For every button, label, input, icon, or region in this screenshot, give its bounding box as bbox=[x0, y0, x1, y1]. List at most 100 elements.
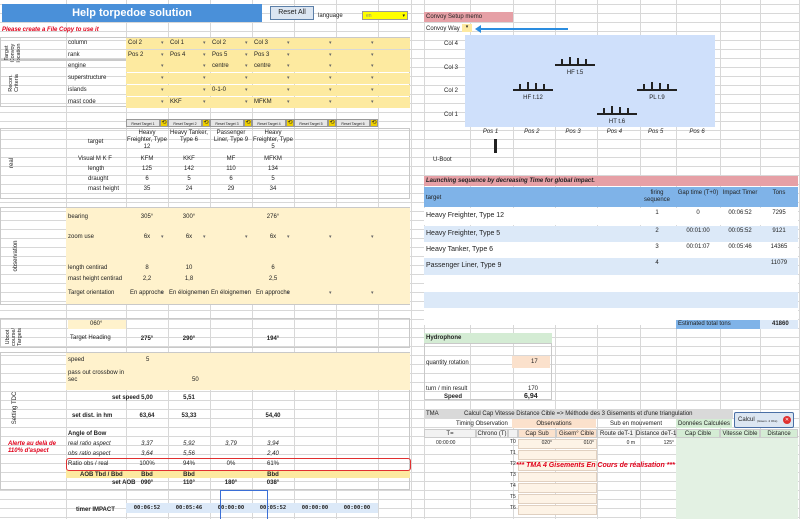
obs-value[interactable]: 1,8 bbox=[168, 276, 210, 283]
row-label: superstructure bbox=[68, 75, 107, 82]
chevron-down-icon[interactable]: ▾ bbox=[287, 40, 290, 46]
tma-observations-label: Observations bbox=[536, 421, 572, 427]
mast-icon bbox=[651, 82, 653, 89]
tdc-value: 53,33 bbox=[181, 413, 197, 419]
chevron-down-icon[interactable]: ▾ bbox=[329, 290, 332, 296]
launch-seq: 2 bbox=[655, 228, 659, 234]
obs-value[interactable]: 10 bbox=[168, 265, 210, 272]
reset-icon[interactable]: ⟲ bbox=[328, 119, 336, 127]
chevron-down-icon[interactable]: ▾ bbox=[161, 63, 164, 69]
chevron-down-icon[interactable]: ▾ bbox=[287, 234, 290, 240]
speed-value[interactable]: 5 bbox=[146, 357, 149, 364]
mast-icon bbox=[603, 108, 605, 113]
recon-label: Recon. Criteria bbox=[8, 74, 20, 92]
real-value: 134 bbox=[267, 166, 278, 172]
tma-input-cells[interactable] bbox=[518, 505, 597, 515]
chevron-down-icon[interactable]: ▾ bbox=[245, 290, 248, 296]
chevron-down-icon[interactable]: ▾ bbox=[161, 87, 164, 93]
chevron-down-icon[interactable]: ▾ bbox=[287, 52, 290, 58]
turn-min-label: turn / min result bbox=[426, 386, 468, 392]
tdc-row-label: obs ratio aspect bbox=[68, 451, 111, 457]
launch-total-value: 41860 bbox=[772, 321, 789, 327]
pass-value[interactable]: 50 bbox=[192, 377, 199, 384]
tma-input-cells[interactable] bbox=[518, 472, 597, 482]
chevron-down-icon[interactable]: ▾ bbox=[371, 290, 374, 296]
obs-value[interactable]: 305° bbox=[126, 214, 168, 221]
chevron-down-icon[interactable]: ▾ bbox=[245, 52, 248, 58]
chevron-down-icon[interactable]: ▾ bbox=[203, 234, 206, 240]
obs-value[interactable]: 8 bbox=[126, 265, 168, 272]
chevron-down-icon[interactable]: ▾ bbox=[245, 63, 248, 69]
launch-timer: 00:06:52 bbox=[728, 210, 752, 216]
reset-icon[interactable]: ⟲ bbox=[160, 119, 168, 127]
chevron-down-icon[interactable]: ▾ bbox=[161, 40, 164, 46]
chevron-down-icon[interactable]: ▾ bbox=[203, 52, 206, 58]
reset-target-button[interactable]: Reset Target 2 bbox=[168, 119, 202, 127]
chevron-down-icon[interactable]: ▾ bbox=[329, 75, 332, 81]
obs-value[interactable]: 2,2 bbox=[126, 276, 168, 283]
chevron-down-icon[interactable]: ▾ bbox=[329, 99, 332, 105]
reset-target-button[interactable]: Reset Target 3 bbox=[210, 119, 244, 127]
row-bg bbox=[126, 73, 410, 85]
chevron-down-icon[interactable]: ▾ bbox=[371, 99, 374, 105]
chevron-down-icon[interactable]: ▾ bbox=[287, 75, 290, 81]
chevron-down-icon[interactable]: ▾ bbox=[287, 63, 290, 69]
chevron-down-icon[interactable]: ▾ bbox=[203, 99, 206, 105]
convoy-way-select[interactable]: ▾ bbox=[462, 24, 472, 32]
chevron-down-icon[interactable]: ▾ bbox=[329, 40, 332, 46]
language-select[interactable]: en ▾ bbox=[362, 11, 408, 20]
tma-input-cells[interactable] bbox=[518, 450, 597, 460]
chevron-down-icon[interactable]: ▾ bbox=[161, 99, 164, 105]
chevron-down-icon[interactable]: ▾ bbox=[161, 290, 164, 296]
reset-icon[interactable]: ⟲ bbox=[286, 119, 294, 127]
chevron-down-icon[interactable]: ▾ bbox=[245, 99, 248, 105]
obs-value[interactable]: 2,5 bbox=[252, 276, 294, 283]
chevron-down-icon[interactable]: ▾ bbox=[371, 87, 374, 93]
chevron-down-icon[interactable]: ▾ bbox=[161, 52, 164, 58]
chevron-down-icon[interactable]: ▾ bbox=[245, 75, 248, 81]
launch-timer: 00:05:46 bbox=[728, 244, 752, 250]
calcul-button[interactable]: Calcul (Gisem. 4 Obs) ✕ bbox=[734, 412, 794, 428]
chevron-down-icon[interactable]: ▾ bbox=[287, 87, 290, 93]
launch-gap: 0 bbox=[696, 210, 700, 216]
chevron-down-icon[interactable]: ▾ bbox=[287, 290, 290, 296]
chevron-down-icon[interactable]: ▾ bbox=[371, 40, 374, 46]
chevron-down-icon[interactable]: ▾ bbox=[329, 63, 332, 69]
reset-target-button[interactable]: Reset Target 5 bbox=[294, 119, 328, 127]
chevron-down-icon[interactable]: ▾ bbox=[203, 40, 206, 46]
chevron-down-icon[interactable]: ▾ bbox=[161, 234, 164, 240]
reset-icon[interactable]: ⟲ bbox=[370, 119, 378, 127]
chevron-down-icon[interactable]: ▾ bbox=[329, 87, 332, 93]
reset-target-button[interactable]: Reset Target 4 bbox=[252, 119, 286, 127]
chevron-down-icon[interactable]: ▾ bbox=[245, 87, 248, 93]
reset-icon[interactable]: ⟲ bbox=[202, 119, 210, 127]
row-value: centre bbox=[254, 63, 271, 70]
reset-all-button[interactable]: Reset All bbox=[270, 6, 314, 20]
chevron-down-icon[interactable]: ▾ bbox=[203, 87, 206, 93]
chevron-down-icon[interactable]: ▾ bbox=[329, 52, 332, 58]
tma-input-cells[interactable] bbox=[518, 483, 597, 493]
obs-value[interactable]: 276° bbox=[252, 214, 294, 221]
chevron-down-icon[interactable]: ▾ bbox=[161, 75, 164, 81]
chevron-down-icon[interactable]: ▾ bbox=[245, 40, 248, 46]
chevron-down-icon[interactable]: ▾ bbox=[245, 234, 248, 240]
reset-icon[interactable]: ⟲ bbox=[244, 119, 252, 127]
chevron-down-icon[interactable]: ▾ bbox=[371, 75, 374, 81]
reset-target-button[interactable]: Reset Target 6 bbox=[336, 119, 370, 127]
obs-value[interactable]: 300° bbox=[168, 214, 210, 221]
row-value: Pos 3 bbox=[254, 51, 270, 58]
tma-input-cells[interactable] bbox=[518, 494, 597, 504]
reset-target-button[interactable]: Reset Target 1 bbox=[126, 119, 160, 127]
chevron-down-icon[interactable]: ▾ bbox=[329, 234, 332, 240]
obs-row-label: length centirad bbox=[68, 265, 108, 271]
chevron-down-icon[interactable]: ▾ bbox=[203, 290, 206, 296]
chevron-down-icon[interactable]: ▾ bbox=[287, 99, 290, 105]
chevron-down-icon[interactable]: ▾ bbox=[203, 63, 206, 69]
chevron-down-icon[interactable]: ▾ bbox=[371, 52, 374, 58]
chevron-down-icon[interactable]: ▾ bbox=[371, 63, 374, 69]
chevron-down-icon[interactable]: ▾ bbox=[371, 234, 374, 240]
mast-icon bbox=[561, 59, 563, 64]
obs-value[interactable]: 6 bbox=[252, 265, 294, 272]
mast-icon bbox=[611, 106, 613, 113]
chevron-down-icon[interactable]: ▾ bbox=[203, 75, 206, 81]
